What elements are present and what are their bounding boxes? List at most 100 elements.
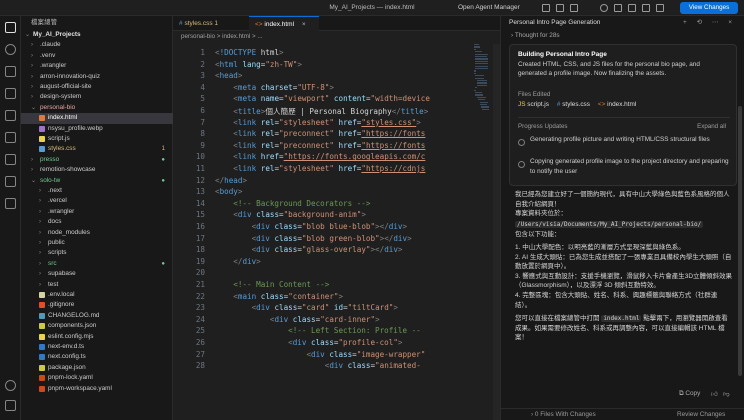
code-line[interactable]: <!-- Background Decorators --> — [215, 199, 370, 208]
account-avatar-icon[interactable] — [5, 380, 16, 391]
search-icon[interactable] — [5, 44, 16, 55]
thumbs-down-icon[interactable]: 👎︎ — [723, 390, 730, 398]
tree-file[interactable]: CHANGELOG.md — [21, 311, 173, 321]
chat-scrollbar[interactable] — [738, 106, 742, 376]
code-line[interactable]: <link rel="stylesheet" href="styles.css"… — [215, 118, 421, 127]
code-line[interactable]: <div class="glass-overlay"></div> — [215, 245, 403, 254]
tree-file[interactable]: eslint.config.mjs — [21, 332, 173, 342]
toggle-panel-icon[interactable] — [642, 4, 650, 12]
tree-file[interactable]: script.js — [21, 134, 173, 144]
account-icon[interactable] — [600, 4, 608, 12]
manage-gear-icon[interactable] — [5, 400, 16, 411]
code-line[interactable]: </div> — [215, 257, 260, 266]
tree-folder[interactable]: › .wrangler — [21, 61, 173, 71]
code-line[interactable]: <link rel="stylesheet" href="https://cdn… — [215, 164, 425, 173]
toggle-secondary-sidebar-icon[interactable] — [656, 4, 664, 12]
code-line[interactable]: <div class="background-anim"> — [215, 210, 366, 219]
tab-index-html[interactable]: <> index.html × — [249, 16, 319, 31]
settings-gear-icon[interactable] — [614, 4, 622, 12]
tree-folder[interactable]: › test — [21, 280, 173, 290]
code-editor[interactable]: 1 <!DOCTYPE html> 2 <html lang="zh-TW"> 3 <he… — [173, 44, 500, 420]
thumbs-up-icon[interactable]: 👍︎ — [711, 390, 718, 398]
tab-styles-css[interactable]: # styles.css 1 — [173, 16, 249, 31]
project-path[interactable]: /Users/visia/Documents/My_AI_Projects/pe… — [515, 220, 704, 228]
tree-file[interactable]: styles.css 1 — [21, 144, 173, 154]
code-line[interactable]: <div class="card" id="tiltCard"> — [215, 303, 398, 312]
docker-icon[interactable] — [5, 176, 16, 187]
remote-explorer-icon[interactable] — [5, 132, 16, 143]
chat-actions[interactable]: + ⟲ ⋯ × — [683, 16, 736, 30]
tree-folder[interactable]: › src ● — [21, 259, 173, 269]
extensions-icon[interactable] — [5, 110, 16, 121]
breadcrumb[interactable]: personal-bio > index.html > ... — [173, 31, 500, 42]
tree-folder[interactable]: ⌄ personal-bio — [21, 103, 173, 113]
testing-icon[interactable] — [5, 154, 16, 165]
code-line[interactable]: <link href="https://fonts.googleapis.com… — [215, 152, 425, 161]
code-line[interactable]: <link rel="preconnect" href="https://fon… — [215, 129, 425, 138]
open-agent-manager-link[interactable]: Open Agent Manager — [458, 4, 520, 11]
file-chip-index[interactable]: <> index.html — [598, 101, 636, 108]
code-line[interactable]: <head> — [215, 71, 242, 80]
agent-icon[interactable] — [5, 198, 16, 209]
tree-folder[interactable]: › supabase — [21, 269, 173, 279]
file-chip-styles[interactable]: # styles.css — [557, 101, 590, 108]
tree-file[interactable]: .gitignore — [21, 300, 173, 310]
run-debug-icon[interactable] — [5, 88, 16, 99]
tree-file[interactable]: next-env.d.ts — [21, 342, 173, 352]
tree-folder[interactable]: ⌄ solo-tw ● — [21, 176, 173, 186]
tree-root-folder[interactable]: ⌄ My_AI_Projects — [21, 30, 173, 40]
minimap[interactable] — [474, 44, 492, 244]
close-icon[interactable]: × — [302, 21, 306, 28]
index-html-chip[interactable]: index.html — [601, 315, 642, 323]
tree-folder[interactable]: › .wrangler — [21, 207, 173, 217]
code-line[interactable]: </head> — [215, 176, 247, 185]
code-line[interactable]: <div class="card-inner"> — [215, 315, 380, 324]
code-line[interactable]: <div class="animated- — [215, 361, 421, 370]
tree-folder[interactable]: › .vercel — [21, 196, 173, 206]
tree-file[interactable]: components.json — [21, 321, 173, 331]
tree-folder[interactable]: › design-system — [21, 92, 173, 102]
code-line[interactable]: <link rel="preconnect" href="https://fon… — [215, 141, 425, 150]
tree-file[interactable]: index.html — [21, 113, 173, 124]
code-line[interactable]: <!DOCTYPE html> — [215, 48, 284, 57]
code-line[interactable]: <meta charset="UTF-8"> — [215, 83, 334, 92]
code-line[interactable]: <div class="blob blue-blob"></div> — [215, 222, 408, 231]
code-line[interactable]: <!-- Main Content --> — [215, 280, 329, 289]
thought-toggle[interactable]: › Thought for 28s — [501, 30, 744, 41]
tree-file[interactable]: package.json — [21, 363, 173, 373]
code-line[interactable]: <html lang="zh-TW"> — [215, 60, 302, 69]
view-changes-button[interactable]: View Changes — [680, 2, 738, 14]
code-line[interactable]: <main class="container"> — [215, 292, 343, 301]
tree-folder[interactable]: › .venv — [21, 51, 173, 61]
tree-folder[interactable]: › presso ● — [21, 155, 173, 165]
tree-folder[interactable]: › remotion-showcase — [21, 165, 173, 175]
source-control-icon[interactable] — [5, 66, 16, 77]
files-with-changes[interactable]: › 0 Files With Changes — [531, 409, 596, 420]
review-changes-button[interactable]: Review Changes — [677, 409, 725, 420]
tree-file[interactable]: .env.local — [21, 290, 173, 300]
tree-folder[interactable]: › .next — [21, 186, 173, 196]
tree-folder[interactable]: › docs — [21, 217, 173, 227]
tree-file[interactable]: nsysu_profile.webp — [21, 124, 173, 134]
tree-folder[interactable]: › .claude — [21, 40, 173, 50]
file-chip-script[interactable]: JS script.js — [518, 101, 549, 108]
tree-folder[interactable]: › august-official-site — [21, 82, 173, 92]
tree-folder[interactable]: › arron-innovation-quiz — [21, 72, 173, 82]
tree-file[interactable]: next.config.ts — [21, 352, 173, 362]
progress-step[interactable]: Generating profile picture and writing H… — [530, 135, 730, 145]
copy-button[interactable]: ⧉ Copy — [679, 390, 700, 398]
tree-file[interactable]: pnpm-workspace.yaml — [21, 384, 173, 394]
code-line[interactable]: <body> — [215, 187, 242, 196]
progress-step[interactable]: Copying generated profile image to the p… — [530, 157, 730, 176]
code-line[interactable]: <title>個人簡歷 | Personal Biography</title> — [215, 106, 428, 117]
expand-all-link[interactable]: Expand all — [697, 123, 726, 130]
tree-folder[interactable]: › node_modules — [21, 228, 173, 238]
tree-folder[interactable]: › public — [21, 238, 173, 248]
tree-folder[interactable]: › scripts — [21, 248, 173, 258]
tree-file[interactable]: pnpm-lock.yaml — [21, 373, 173, 383]
split-editor-icon[interactable] — [628, 4, 636, 12]
explorer-files-icon[interactable] — [5, 22, 16, 33]
code-line[interactable]: <meta name="viewport" content="width=dev… — [215, 94, 430, 103]
code-line[interactable]: <div class="blob green-blob"></div> — [215, 234, 412, 243]
code-line[interactable]: <div class="profile-col"> — [215, 338, 402, 347]
